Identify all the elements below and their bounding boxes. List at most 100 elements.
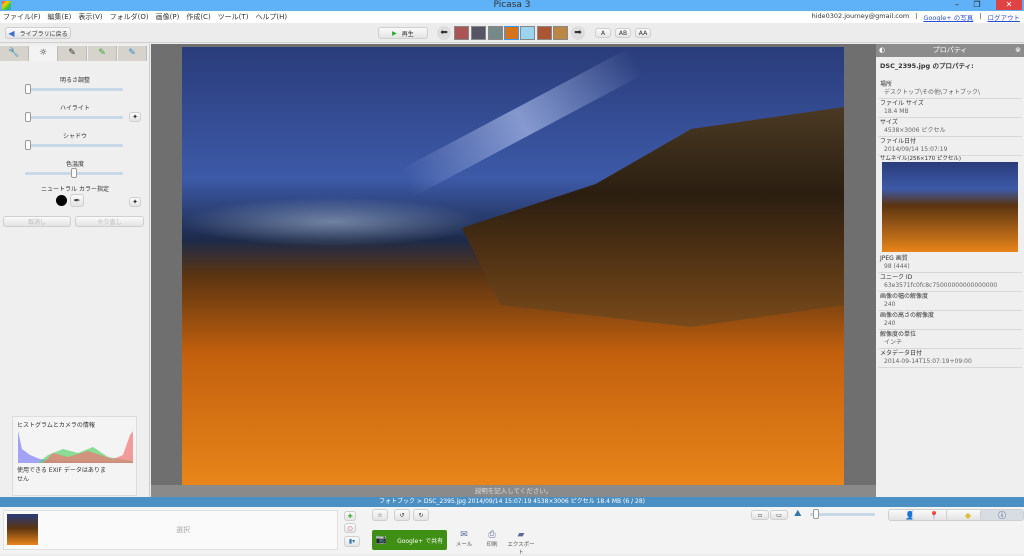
menu-file[interactable]: ファイル(F) bbox=[3, 12, 41, 22]
status-bar: フォトブック > DSC_2395.jpg 2014/09/14 15:07:1… bbox=[0, 497, 1024, 507]
folder-icon: ▰ bbox=[517, 530, 525, 540]
rotate-left-button[interactable]: ↺ bbox=[394, 509, 410, 521]
menu-view[interactable]: 表示(V) bbox=[78, 12, 102, 22]
next-photo-button[interactable]: ➡ bbox=[571, 26, 585, 40]
shadows-slider[interactable] bbox=[25, 140, 123, 150]
zoom-slider[interactable] bbox=[810, 509, 875, 519]
property-value: 4538×3006 ピクセル bbox=[884, 127, 946, 134]
property-value: 2014-09-14T15:07:19+09:00 bbox=[884, 358, 972, 365]
album-icon: ▮▾ bbox=[348, 538, 356, 545]
property-key: サイズ bbox=[880, 119, 898, 126]
tab-basic-fixes[interactable]: 🔧 bbox=[0, 46, 29, 61]
large-thumbs-button[interactable]: ▭ bbox=[770, 510, 788, 520]
tab-tuning[interactable]: ☼ bbox=[29, 46, 58, 61]
auto-color-button[interactable]: ✦ bbox=[129, 197, 141, 207]
bottom-tray: 選択 ✚ ○ ▮▾ ☆ ↺ ↻ 📷 Google+ で共有 ✉ メール ⎙ 印刷 ▰ エ… bbox=[0, 507, 1024, 556]
export-button[interactable]: ▰ エクスポート bbox=[507, 530, 535, 556]
property-item: 画像の高さの解像度 240 bbox=[878, 311, 1022, 330]
slider-knob[interactable] bbox=[812, 509, 819, 519]
minimize-button[interactable]: – bbox=[950, 0, 964, 10]
property-item: メタデータ日付 2014-09-14T15:07:19+09:00 bbox=[878, 349, 1022, 368]
selection-label: 選択 bbox=[176, 526, 190, 534]
google-photos-link[interactable]: Google+ の写真 bbox=[923, 12, 973, 22]
property-value: 240 bbox=[884, 301, 896, 308]
back-to-library-button[interactable]: ◀ ライブラリに戻る bbox=[5, 27, 71, 39]
slider-knob[interactable] bbox=[25, 140, 31, 150]
exif-note: 使用できる EXIF データはありません bbox=[17, 467, 106, 483]
email-button[interactable]: ✉ メール bbox=[450, 530, 478, 548]
play-slideshow-button[interactable]: ▶ 再生 bbox=[378, 27, 428, 39]
rotate-right-button[interactable]: ↻ bbox=[413, 509, 429, 521]
color-temp-label: 色温度 bbox=[65, 161, 84, 168]
small-thumbs-button[interactable]: ▫ bbox=[751, 510, 769, 520]
filmstrip-thumb[interactable] bbox=[520, 26, 535, 40]
slider-knob[interactable] bbox=[25, 84, 31, 94]
properties-title: プロパティ bbox=[932, 46, 968, 54]
filmstrip-thumb[interactable] bbox=[537, 26, 552, 40]
selected-thumb[interactable] bbox=[7, 514, 38, 545]
maximize-button[interactable]: ❐ bbox=[970, 0, 984, 10]
menu-edit[interactable]: 編集(E) bbox=[48, 12, 72, 22]
play-icon: ▶ bbox=[392, 29, 397, 37]
mail-icon: ✉ bbox=[460, 530, 468, 540]
logout-link[interactable]: ログアウト bbox=[988, 12, 1021, 22]
menu-picture[interactable]: 画像(P) bbox=[156, 12, 180, 22]
tab-effects-3[interactable]: ✎ bbox=[118, 46, 147, 61]
thumbnail-image bbox=[882, 162, 1018, 252]
property-value: 18.4 MB bbox=[884, 108, 909, 115]
view-single-button[interactable]: A bbox=[595, 28, 611, 38]
neutral-color-swatch bbox=[56, 195, 67, 206]
redo-button[interactable]: やり直し bbox=[75, 216, 144, 227]
email-label: メール bbox=[455, 542, 473, 548]
filmstrip-thumb-selected[interactable] bbox=[504, 26, 519, 40]
filmstrip-thumb[interactable] bbox=[553, 26, 568, 40]
property-key: 場所 bbox=[880, 81, 893, 88]
album-button[interactable]: ▮▾ bbox=[344, 536, 360, 547]
printer-icon: ⎙ bbox=[488, 530, 496, 540]
menu-help[interactable]: ヘルプ(H) bbox=[255, 12, 287, 22]
map-pin-icon: 📍 bbox=[929, 510, 939, 520]
property-item: ファイル サイズ 18.4 MB bbox=[878, 99, 1022, 118]
properties-panel: プロパティ ◐ ⊗ DSC_2395.jpg のプロパティ: 場所 デスクトップ\… bbox=[876, 44, 1024, 497]
print-button[interactable]: ⎙ 印刷 bbox=[478, 530, 506, 548]
tab-effects[interactable]: ✎ bbox=[58, 46, 87, 61]
close-panel-icon[interactable]: ⊗ bbox=[1015, 44, 1021, 57]
color-temp-slider[interactable] bbox=[25, 168, 123, 178]
property-key: 画像の高さの解像度 bbox=[880, 312, 935, 319]
slider-knob[interactable] bbox=[25, 112, 31, 122]
property-item: ユニーク ID 63e3571fc0fc8c75000000000000000 bbox=[878, 273, 1022, 292]
account-links: hide0302.journey@gmail.com | Google+ の写真… bbox=[812, 12, 1020, 22]
auto-contrast-button[interactable]: ✦ bbox=[129, 112, 141, 122]
clear-button[interactable]: ○ bbox=[344, 523, 356, 533]
back-icon[interactable]: ◐ bbox=[879, 44, 885, 57]
caption-input[interactable]: 説明を記入してください。 bbox=[151, 485, 876, 497]
undo-button[interactable]: 取消し bbox=[3, 216, 71, 227]
eyedropper-button[interactable]: ✒ bbox=[70, 194, 84, 207]
filmstrip-thumb[interactable] bbox=[454, 26, 469, 40]
close-button[interactable]: ✕ bbox=[996, 0, 1022, 10]
property-item: 解像度の単位 インチ bbox=[878, 330, 1022, 349]
share-google-plus-button[interactable]: 📷 Google+ で共有 bbox=[372, 530, 447, 550]
properties-list-2: JPEG 画質 98 (444) ユニーク ID 63e3571fc0fc8c7500… bbox=[876, 254, 1024, 368]
shadows-label: シャドウ bbox=[62, 133, 87, 140]
star-button[interactable]: ☆ bbox=[372, 509, 388, 521]
fill-light-slider[interactable] bbox=[25, 84, 123, 94]
menu-folder[interactable]: フォルダ(O) bbox=[110, 12, 149, 22]
slider-knob[interactable] bbox=[71, 168, 77, 178]
selection-tray: 選択 bbox=[3, 510, 338, 550]
properties-button[interactable]: ⓘ bbox=[980, 509, 1024, 521]
photo-kiyomizu-temple-night[interactable] bbox=[182, 47, 844, 485]
filmstrip-thumb[interactable] bbox=[488, 26, 503, 40]
tab-effects-2[interactable]: ✎ bbox=[88, 46, 117, 61]
highlights-slider[interactable] bbox=[25, 112, 123, 122]
toolbar: ◀ ライブラリに戻る ▶ 再生 ⬅ ➡ A AB AA bbox=[0, 23, 1024, 43]
view-compare-button[interactable]: AB bbox=[615, 28, 631, 38]
previous-photo-button[interactable]: ⬅ bbox=[437, 26, 451, 40]
view-side-by-side-button[interactable]: AA bbox=[635, 28, 651, 38]
menu-tools[interactable]: ツール(T) bbox=[218, 12, 249, 22]
pin-button[interactable]: ✚ bbox=[344, 511, 356, 521]
properties-heading: DSC_2395.jpg のプロパティ: bbox=[880, 62, 974, 70]
account-email: hide0302.journey@gmail.com bbox=[811, 12, 910, 20]
filmstrip-thumb[interactable] bbox=[471, 26, 486, 40]
menu-create[interactable]: 作成(C) bbox=[186, 12, 210, 22]
